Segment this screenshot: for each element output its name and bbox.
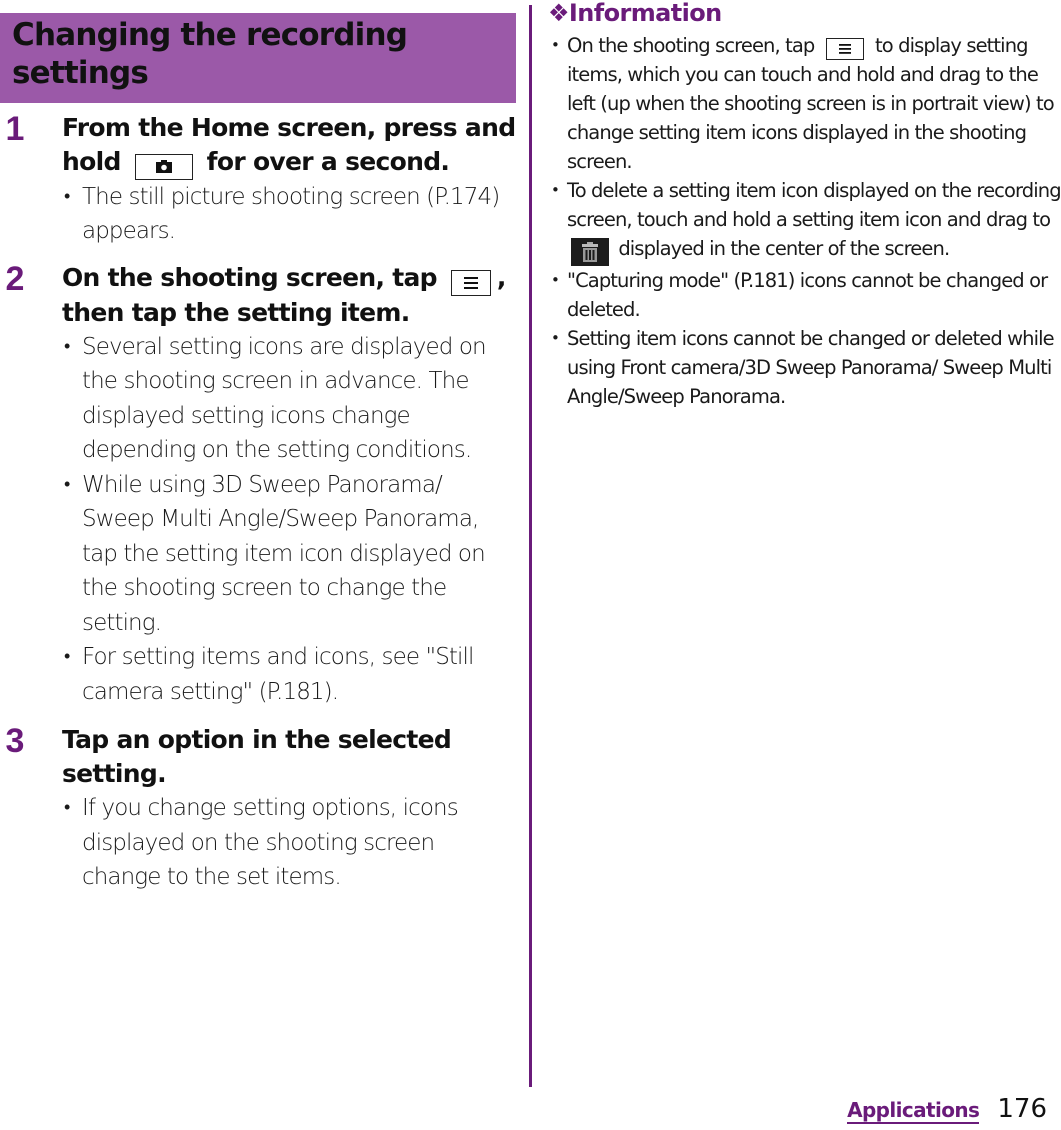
left-column: Changing the recording settings 1 From t…	[0, 13, 516, 895]
information-item: "Capturing mode" (P.181) icons cannot be…	[548, 266, 1061, 324]
step-2: 2 On the shooting screen, tap , then tap…	[0, 261, 516, 710]
bullet-item: Several setting icons are displayed on t…	[62, 330, 516, 468]
page-footer: Applications 176	[847, 1094, 1047, 1124]
bullet-item: If you change setting options, icons dis…	[62, 791, 516, 895]
step-title: From the Home screen, press and hold for…	[62, 111, 516, 180]
step-1: 1 From the Home screen, press and hold f…	[0, 110, 517, 249]
footer-section-link[interactable]: Applications	[847, 1098, 980, 1124]
information-panel: ❖Information On the shooting screen, tap…	[548, 0, 1061, 411]
information-item: Setting item icons cannot be changed or …	[548, 324, 1061, 411]
item-text: displayed in the center of the screen.	[618, 237, 950, 260]
column-divider	[529, 5, 532, 1087]
item-text: On the shooting screen, tap	[567, 34, 815, 57]
menu-key-icon	[825, 38, 864, 60]
information-item: On the shooting screen, tap to display s…	[548, 31, 1061, 176]
menu-key-icon	[450, 269, 491, 296]
step-title-text: for over a second.	[206, 147, 450, 176]
information-title: ❖Information	[548, 0, 1061, 29]
section-title: Changing the recording settings	[12, 17, 408, 91]
page-number: 176	[997, 1094, 1047, 1124]
trash-icon	[571, 238, 609, 266]
camera-key-icon	[134, 153, 193, 180]
information-item: To delete a setting item icon displayed …	[548, 176, 1061, 266]
step-bullets: Several setting icons are displayed on t…	[62, 330, 516, 710]
diamond-icon: ❖	[548, 0, 570, 27]
step-title-text: On the shooting screen, tap	[62, 262, 438, 292]
bullet-item: The still picture shooting screen (P.174…	[62, 180, 516, 249]
step-number: 1	[5, 110, 25, 148]
information-title-text: Information	[568, 0, 722, 27]
bullet-item: For setting items and icons, see "Still …	[62, 640, 516, 709]
information-list: On the shooting screen, tap to display s…	[548, 31, 1061, 411]
step-title: On the shooting screen, tap , then tap t…	[62, 261, 516, 330]
step-bullets: If you change setting options, icons dis…	[62, 791, 516, 895]
step-number: 2	[5, 259, 25, 298]
step-3: 3 Tap an option in the selected setting.…	[0, 723, 516, 895]
step-number: 3	[5, 722, 25, 760]
bullet-item: While using 3D Sweep Panorama/ Sweep Mul…	[62, 468, 516, 641]
step-bullets: The still picture shooting screen (P.174…	[62, 180, 516, 249]
section-header: Changing the recording settings	[0, 13, 516, 103]
step-title: Tap an option in the selected setting.	[62, 725, 452, 788]
item-text: To delete a setting item icon displayed …	[567, 179, 1061, 231]
